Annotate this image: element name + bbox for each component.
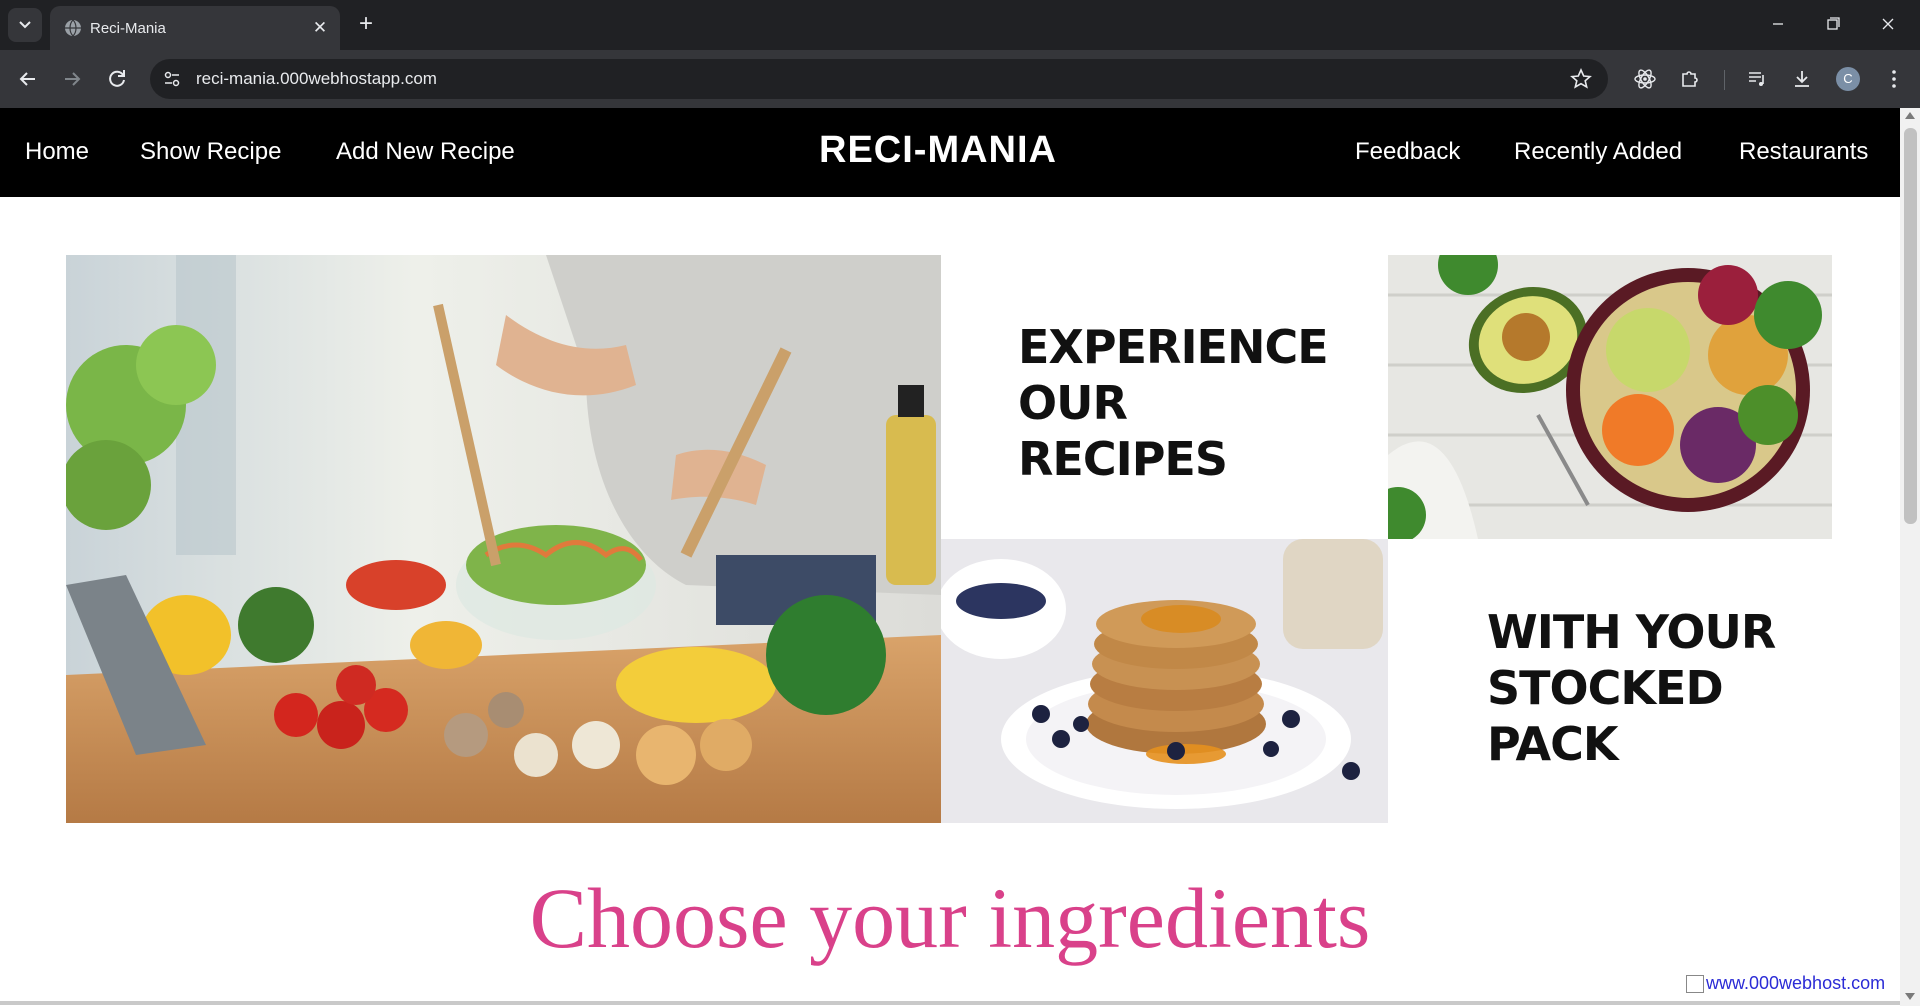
hero-tagline-2-line: STOCKED	[1487, 661, 1724, 715]
kebab-menu-icon[interactable]	[1882, 67, 1906, 91]
browser-tab-strip: Reci-Mania ✕ +	[0, 0, 1920, 50]
ingredients-heading: Choose your ingredients	[529, 870, 1371, 966]
hero-banner: EXPERIENCE OUR RECIPES WITH YOUR STOCKED…	[66, 255, 1832, 823]
url-text: reci-mania.000webhostapp.com	[196, 69, 437, 88]
hero-tagline-2-line: WITH YOUR	[1487, 605, 1776, 659]
page-viewport: Home Show Recipe Add New Recipe RECI-MAN…	[0, 108, 1900, 1006]
tab-search-button[interactable]	[8, 8, 42, 42]
nav-feedback-link[interactable]: Feedback	[1355, 138, 1460, 166]
back-arrow-icon[interactable]	[14, 65, 42, 93]
scroll-up-arrow-icon[interactable]	[1905, 112, 1915, 119]
close-icon[interactable]: ✕	[310, 18, 330, 38]
horizontal-scrollbar[interactable]	[0, 1001, 1900, 1005]
scrollbar-thumb[interactable]	[1904, 128, 1917, 524]
hero-cooking-photo	[66, 255, 941, 823]
broken-image-icon	[1686, 975, 1704, 994]
hero-bowl-photo	[1388, 255, 1832, 539]
star-icon[interactable]	[1570, 68, 1592, 90]
browser-toolbar: reci-mania.000webhostapp.com C	[0, 50, 1920, 108]
hero-tagline-1-line: RECIPES	[1018, 432, 1228, 486]
hero-tagline-2-line: PACK	[1487, 717, 1619, 771]
chevron-down-icon	[19, 21, 31, 29]
hero-pancakes-photo	[941, 539, 1388, 823]
address-bar[interactable]: reci-mania.000webhostapp.com	[150, 59, 1608, 99]
globe-icon	[65, 19, 81, 37]
nav-restaurants-link[interactable]: Restaurants	[1739, 138, 1868, 166]
puzzle-icon[interactable]	[1678, 67, 1702, 91]
hero-tagline-2: WITH YOUR STOCKED PACK	[1487, 604, 1807, 772]
scroll-down-arrow-icon[interactable]	[1905, 993, 1915, 1000]
hosting-badge-link[interactable]: www.000webhost.com	[1686, 973, 1886, 994]
window-close-icon[interactable]	[1870, 10, 1906, 38]
new-tab-button[interactable]: +	[352, 10, 380, 38]
site-navbar: Home Show Recipe Add New Recipe RECI-MAN…	[0, 108, 1900, 197]
toolbar-separator	[1724, 70, 1725, 90]
restore-icon[interactable]	[1815, 10, 1851, 38]
minimize-icon[interactable]	[1760, 10, 1796, 38]
tab-title: Reci-Mania	[90, 20, 166, 37]
react-extension-icon[interactable]	[1633, 67, 1657, 91]
site-info-icon[interactable]	[162, 69, 182, 89]
reload-icon[interactable]	[103, 65, 131, 93]
browser-tab[interactable]: Reci-Mania ✕	[50, 6, 340, 50]
forward-arrow-icon[interactable]	[58, 65, 86, 93]
profile-avatar[interactable]: C	[1836, 67, 1860, 91]
nav-recently-added-link[interactable]: Recently Added	[1514, 138, 1682, 166]
hero-tagline-1-line: OUR	[1018, 376, 1128, 430]
hosting-badge-text: www.000webhost.com	[1706, 973, 1886, 993]
hero-tagline-1: EXPERIENCE OUR RECIPES	[1018, 319, 1358, 487]
hero-tagline-1-line: EXPERIENCE	[1018, 320, 1329, 374]
download-icon[interactable]	[1790, 67, 1814, 91]
vertical-scrollbar[interactable]	[1900, 108, 1920, 1006]
media-control-icon[interactable]	[1745, 67, 1769, 91]
